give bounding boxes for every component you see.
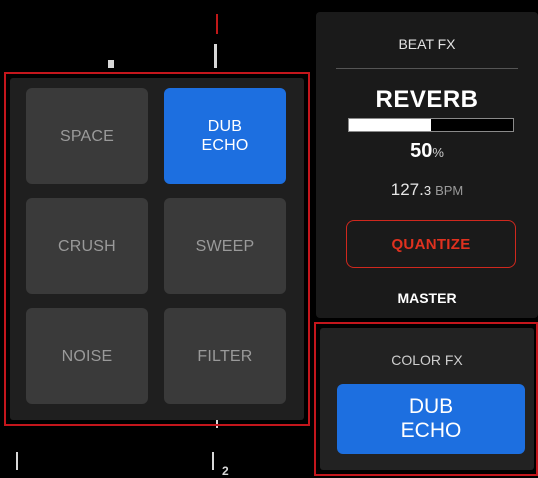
- fx-pad-crush[interactable]: CRUSH: [26, 198, 148, 294]
- color-fx-dub-echo-button[interactable]: DUB ECHO: [337, 384, 525, 454]
- color-fx-label: DUB ECHO: [400, 395, 462, 442]
- beat-fx-level-readout: 50%: [316, 140, 538, 163]
- fx-pad-label: CRUSH: [58, 237, 116, 255]
- playhead-marker: [216, 14, 218, 34]
- beat-fx-bpm-readout: 127.3 BPM: [316, 180, 538, 200]
- fx-pad-label: NOISE: [61, 347, 113, 365]
- waveform-mark: [108, 60, 114, 68]
- fx-pad-label: FILTER: [197, 347, 253, 365]
- color-fx-title: COLOR FX: [391, 352, 463, 368]
- fx-pad-dub-echo[interactable]: DUB ECHO: [164, 88, 286, 184]
- fx-pad-noise[interactable]: NOISE: [26, 308, 148, 404]
- fx-pad-label: SPACE: [59, 127, 115, 145]
- beat-fx-panel: BEAT FX REVERB 50% 127.3 BPM QUANTIZE MAS…: [316, 12, 538, 318]
- quantize-label: QUANTIZE: [391, 235, 471, 253]
- beat-fx-channel-select[interactable]: MASTER: [316, 290, 538, 306]
- bpm-integer: 127.: [390, 180, 424, 199]
- waveform-mark: [214, 44, 217, 68]
- waveform-mark: [212, 452, 214, 470]
- fx-pad-sweep[interactable]: SWEEP: [164, 198, 286, 294]
- fx-pad-label: SWEEP: [195, 237, 255, 255]
- bpm-unit: BPM: [435, 183, 464, 198]
- beat-fx-title: BEAT FX: [398, 36, 456, 52]
- beat-fx-level-bar[interactable]: [348, 118, 514, 132]
- color-fx-panel: COLOR FX DUB ECHO: [320, 328, 534, 470]
- fx-pad-panel: SPACE DUB ECHO CRUSH SWEEP NOISE FILTER: [10, 78, 304, 420]
- deck-number: 2: [222, 464, 229, 478]
- level-value: 50: [410, 140, 433, 162]
- waveform-mark: [16, 452, 18, 470]
- divider: [336, 68, 518, 69]
- beat-fx-level-fill: [349, 119, 431, 131]
- fx-pad-filter[interactable]: FILTER: [164, 308, 286, 404]
- quantize-button[interactable]: QUANTIZE: [346, 220, 516, 268]
- fx-pad-space[interactable]: SPACE: [26, 88, 148, 184]
- fx-pad-label: DUB ECHO: [201, 118, 249, 154]
- bpm-decimal: 3: [423, 183, 432, 198]
- level-unit: %: [432, 145, 444, 160]
- beat-fx-effect-name[interactable]: REVERB: [316, 86, 538, 114]
